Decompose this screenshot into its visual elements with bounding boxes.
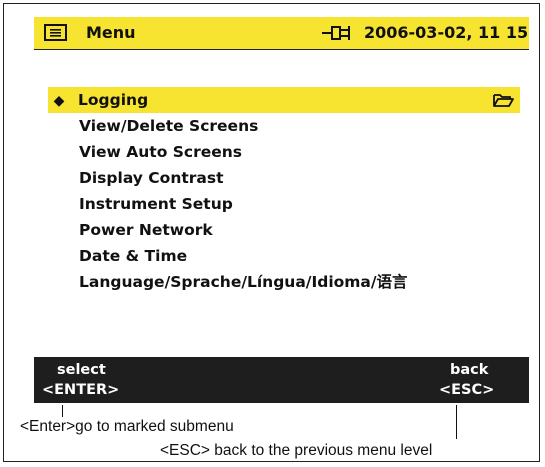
menu-list: ◆ Logging View/Delete Screens View Auto S…	[48, 87, 520, 295]
up-down-arrows-icon: ◆	[53, 93, 65, 109]
folder-icon	[493, 94, 514, 107]
esc-callout-text: <ESC> back to the previous menu level	[160, 442, 433, 459]
menu-item-display-contrast[interactable]: Display Contrast	[48, 165, 520, 191]
page-title: Menu	[86, 23, 136, 42]
device-screen: Menu 2006-03-02, 11 15 ◆ Logging View/De…	[34, 17, 529, 403]
menu-item-label: Display Contrast	[79, 169, 224, 187]
menu-item-label: Instrument Setup	[79, 195, 233, 213]
back-softkey-label[interactable]: back	[450, 361, 488, 379]
figure-frame: Menu 2006-03-02, 11 15 ◆ Logging View/De…	[3, 3, 540, 462]
menu-item-view-delete-screens[interactable]: View/Delete Screens	[48, 113, 520, 139]
menu-item-power-network[interactable]: Power Network	[48, 217, 520, 243]
date-time-display: 2006-03-02, 11 15	[364, 23, 529, 42]
menu-item-logging[interactable]: ◆ Logging	[48, 87, 520, 113]
power-plug-icon	[322, 26, 350, 40]
menu-item-label: View Auto Screens	[79, 143, 243, 161]
softkey-bar: select <ENTER> back <ESC>	[34, 357, 529, 403]
esc-callout-line	[456, 405, 457, 439]
enter-callout-line	[62, 405, 63, 417]
enter-callout-description: go to marked submenu	[75, 418, 234, 435]
menu-item-language[interactable]: Language/Sprache/Língua/Idioma/语言	[48, 269, 520, 295]
menu-item-label: Language/Sprache/Língua/Idioma/语言	[79, 273, 408, 291]
menu-item-label: View/Delete Screens	[79, 117, 259, 135]
enter-callout-key: <Enter>	[20, 418, 76, 435]
menu-icon	[44, 24, 67, 41]
enter-callout-text: <Enter>go to marked submenu	[20, 417, 234, 437]
title-bar: Menu 2006-03-02, 11 15	[34, 17, 529, 50]
menu-item-date-time[interactable]: Date & Time	[48, 243, 520, 269]
menu-item-label: Date & Time	[79, 247, 188, 265]
esc-key-label[interactable]: <ESC>	[439, 381, 494, 399]
enter-key-label[interactable]: <ENTER>	[42, 381, 119, 399]
menu-item-view-auto-screens[interactable]: View Auto Screens	[48, 139, 520, 165]
menu-item-instrument-setup[interactable]: Instrument Setup	[48, 191, 520, 217]
select-softkey-label[interactable]: select	[57, 361, 106, 379]
menu-item-label: Logging	[78, 91, 149, 109]
menu-item-label: Power Network	[79, 221, 213, 239]
callout-annotations: <Enter>go to marked submenu <ESC> back t…	[4, 403, 541, 463]
